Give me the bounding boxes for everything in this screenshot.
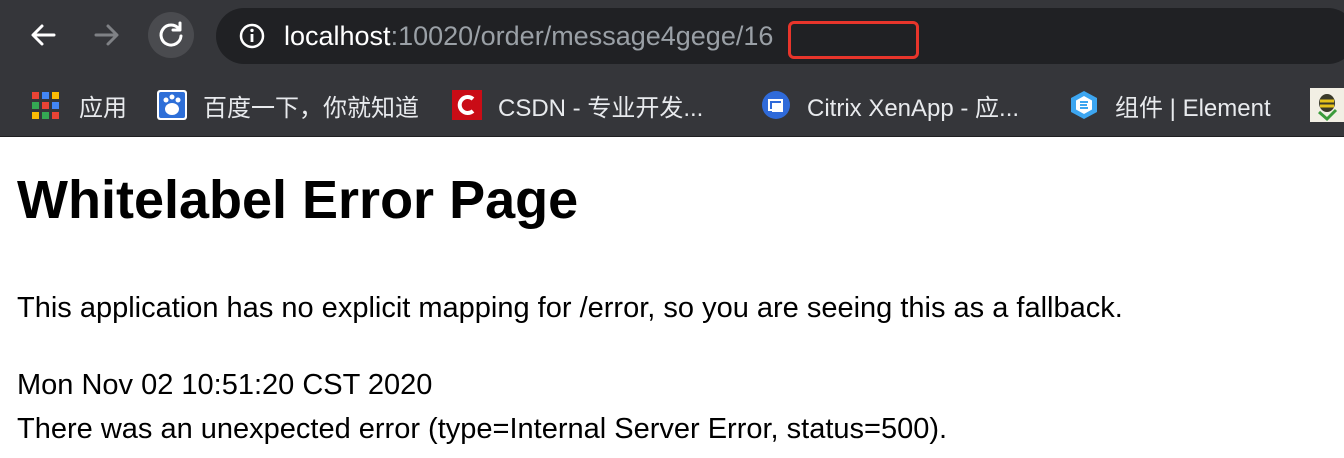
baidu-icon [157,90,187,120]
reload-icon [159,21,183,47]
info-icon[interactable] [238,22,266,50]
element-icon [1071,91,1097,119]
bookmark-overflow-favicon[interactable] [1310,88,1344,122]
bookmark-label: CSDN - 专业开发... [498,94,704,122]
forward-arrow-icon [94,24,119,46]
url-host: localhost [284,21,391,51]
csdn-icon [452,90,482,120]
back-button[interactable] [20,12,66,58]
bookmark-baidu[interactable]: 百度一下，你就知道 [157,88,419,122]
error-explanation: This application has no explicit mapping… [17,292,1123,324]
browser-toolbar: localhost:10020/order/message4gege/16 [0,0,1344,74]
bookmark-label: 应用 [79,94,127,122]
bookmark-apps[interactable]: 应用 [32,88,127,122]
bookmark-citrix[interactable]: Citrix XenApp - 应... [761,88,1019,122]
apps-grid-icon [32,91,59,119]
bookmark-label: 百度一下，你就知道 [203,94,419,122]
reload-button[interactable] [148,12,194,58]
bookmark-element[interactable]: 组件 | Element [1069,88,1271,122]
bee-favicon-icon [1310,88,1344,122]
error-details: There was an unexpected error (type=Inte… [17,413,948,445]
bookmark-label: 组件 | Element [1115,94,1271,122]
url-text[interactable]: localhost:10020/order/message4gege/16 [284,20,919,59]
bookmark-csdn[interactable]: CSDN - 专业开发... [452,88,703,122]
forward-button[interactable] [84,12,130,58]
page-title: Whitelabel Error Page [17,170,579,230]
back-arrow-icon [31,24,56,46]
citrix-icon [762,91,790,119]
bookmark-label: Citrix XenApp - 应... [807,94,1020,122]
url-path-highlighted: gege/16 [675,21,774,51]
error-page: Whitelabel Error Page [17,160,578,240]
red-highlight-annotation [788,21,919,59]
bookmarks-bar: 应用 百度一下，你就知道 CSDN - 专业开发... Citrix XenAp… [0,74,1344,137]
address-bar[interactable]: localhost:10020/order/message4gege/16 [216,8,1344,64]
url-path: :10020/order/message4 [390,21,676,51]
error-timestamp: Mon Nov 02 10:51:20 CST 2020 [17,369,433,401]
